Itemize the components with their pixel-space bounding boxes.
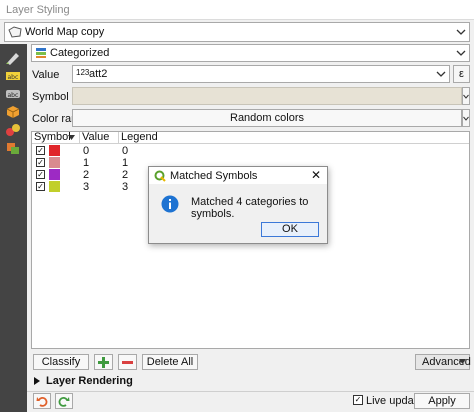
style-sidebar: abc abc — [0, 44, 27, 412]
ok-button[interactable]: OK — [261, 222, 319, 237]
plus-icon — [98, 357, 109, 368]
row-legend: 2 — [122, 169, 129, 181]
chevron-down-icon — [463, 94, 469, 99]
redo-icon — [58, 397, 70, 407]
chevron-down-icon — [463, 116, 469, 121]
column-header-value[interactable]: Value — [80, 132, 119, 144]
categorized-renderer-icon — [36, 48, 46, 58]
dialog-message: Matched 4 categories to symbols. — [191, 196, 309, 220]
layer-rendering-toggle[interactable]: Layer Rendering — [46, 375, 133, 387]
svg-text:abc: abc — [8, 92, 19, 99]
row-value: 1 — [83, 157, 90, 169]
value-label: Value — [32, 69, 60, 81]
column-header-legend[interactable]: Legend — [119, 132, 469, 144]
chevron-down-icon — [459, 359, 466, 364]
divider — [27, 391, 474, 392]
close-icon[interactable]: ✕ — [311, 168, 321, 182]
svg-text:abc: abc — [8, 74, 19, 81]
window-title: Layer Styling — [6, 4, 70, 16]
delete-all-button[interactable]: Delete All — [142, 354, 198, 370]
symbol-swatch[interactable] — [49, 145, 60, 156]
polygon-layer-icon — [8, 26, 22, 38]
numeric-type-badge: 123 — [76, 68, 90, 77]
symbol-menu-button[interactable] — [462, 87, 470, 105]
chevron-down-icon[interactable] — [454, 46, 468, 60]
diagram-icon[interactable] — [4, 122, 22, 138]
apply-button[interactable]: Apply — [414, 393, 470, 409]
row-value: 3 — [83, 181, 90, 193]
minus-icon — [122, 361, 133, 364]
column-header-symbol[interactable]: Symbol — [32, 132, 80, 144]
expand-arrow-icon[interactable] — [34, 377, 40, 385]
layer-selector[interactable]: World Map copy — [4, 22, 470, 42]
row-legend: 1 — [122, 157, 129, 169]
row-legend: 3 — [122, 181, 129, 193]
row-value: 0 — [83, 145, 90, 157]
color-ramp-button[interactable]: Random colors — [72, 109, 462, 127]
epsilon-icon: ε — [459, 68, 464, 80]
value-field-name: att2 — [89, 68, 108, 80]
dialog-title-bar: Matched Symbols ✕ — [149, 167, 327, 184]
layer-selector-label: World Map copy — [25, 26, 105, 38]
undo-button[interactable] — [33, 393, 51, 409]
chevron-down-icon[interactable] — [434, 67, 448, 81]
value-field-selector[interactable]: 123 att2 — [72, 65, 450, 83]
title-bar: Layer Styling — [0, 0, 474, 20]
classify-button[interactable]: Classify — [33, 354, 89, 370]
renderer-selector[interactable]: Categorized — [31, 44, 470, 62]
symbol-swatch[interactable] — [49, 169, 60, 180]
chevron-down-icon[interactable] — [454, 24, 468, 40]
dialog-body: Matched 4 categories to symbols. OK — [149, 184, 327, 243]
info-icon — [161, 195, 179, 213]
remove-category-button[interactable] — [118, 354, 137, 370]
matched-symbols-dialog: Matched Symbols ✕ Matched 4 categories t… — [148, 166, 328, 244]
row-checkbox[interactable]: ✓ — [36, 182, 45, 191]
history-icon[interactable] — [4, 140, 22, 156]
table-row[interactable]: ✓ 0 0 — [32, 145, 469, 157]
live-update-checkbox[interactable]: ✓ — [353, 395, 363, 405]
add-category-button[interactable] — [94, 354, 113, 370]
dialog-title: Matched Symbols — [170, 170, 258, 182]
row-checkbox[interactable]: ✓ — [36, 158, 45, 167]
expression-button[interactable]: ε — [453, 65, 470, 83]
color-ramp-menu-button[interactable] — [462, 109, 470, 127]
sort-arrow-icon — [68, 135, 75, 140]
renderer-label: Categorized — [50, 47, 110, 59]
3d-view-icon[interactable] — [4, 104, 22, 120]
symbol-swatch[interactable] — [49, 157, 60, 168]
row-value: 2 — [83, 169, 90, 181]
symbol-label: Symbol — [32, 91, 69, 103]
row-legend: 0 — [122, 145, 129, 157]
mask-icon[interactable]: abc — [4, 86, 22, 102]
qgis-logo-icon — [154, 170, 166, 182]
label-icon[interactable]: abc — [4, 68, 22, 84]
brush-icon[interactable] — [4, 50, 22, 66]
symbol-swatch[interactable] — [49, 181, 60, 192]
row-checkbox[interactable]: ✓ — [36, 146, 45, 155]
symbol-preview-button[interactable] — [72, 87, 462, 105]
row-checkbox[interactable]: ✓ — [36, 170, 45, 179]
redo-button[interactable] — [55, 393, 73, 409]
undo-icon — [36, 397, 48, 407]
advanced-button[interactable]: Advanced — [415, 354, 471, 370]
